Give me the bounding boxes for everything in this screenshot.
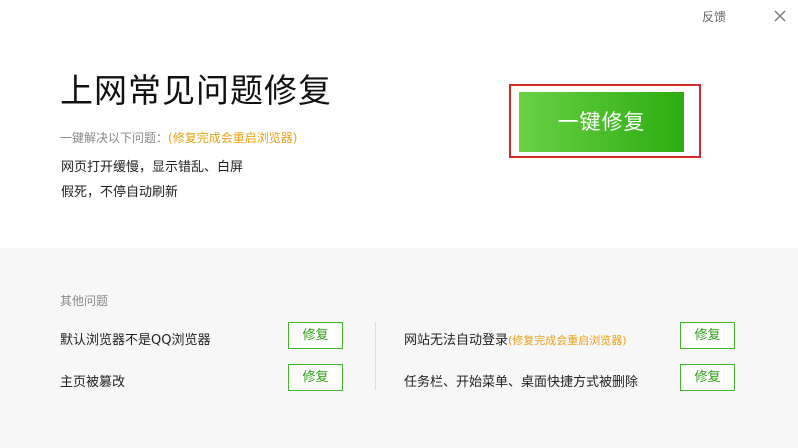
issue-shortcuts-deleted: 任务栏、开始菜单、桌面快捷方式被删除 xyxy=(404,375,639,390)
subtitle-text: 一键解决以下问题： xyxy=(60,131,169,145)
issue-auto-login: 网站无法自动登录(修复完成会重启浏览器) xyxy=(404,329,627,348)
section-label: 其他问题 xyxy=(60,294,109,308)
feedback-link[interactable]: 反馈 xyxy=(702,8,726,25)
issue-homepage-tampered: 主页被篡改 xyxy=(60,375,126,390)
issue-line: 网页打开缓慢，显示错乱、白屏 xyxy=(61,160,244,175)
fix-auto-login-button[interactable]: 修复 xyxy=(680,322,735,349)
restart-note: (修复完成会重启浏览器) xyxy=(508,334,627,347)
one-click-fix-button[interactable]: 一键修复 xyxy=(519,92,684,152)
fix-shortcuts-button[interactable]: 修复 xyxy=(680,364,735,391)
restart-note: (修复完成会重启浏览器) xyxy=(168,131,298,145)
issue-line: 假死，不停自动刷新 xyxy=(61,185,179,200)
issue-default-browser: 默认浏览器不是QQ浏览器 xyxy=(60,333,211,348)
fix-homepage-button[interactable]: 修复 xyxy=(288,364,343,391)
divider xyxy=(375,322,376,390)
issue-auto-login-label: 网站无法自动登录 xyxy=(404,333,509,348)
title-bar: 反馈 xyxy=(0,0,798,34)
other-issues-panel xyxy=(0,248,798,448)
fix-default-browser-button[interactable]: 修复 xyxy=(288,322,343,349)
page-title: 上网常见问题修复 xyxy=(60,71,332,110)
close-button[interactable] xyxy=(766,3,794,29)
subtitle: 一键解决以下问题：(修复完成会重启浏览器) xyxy=(60,129,297,146)
close-icon xyxy=(774,10,786,22)
